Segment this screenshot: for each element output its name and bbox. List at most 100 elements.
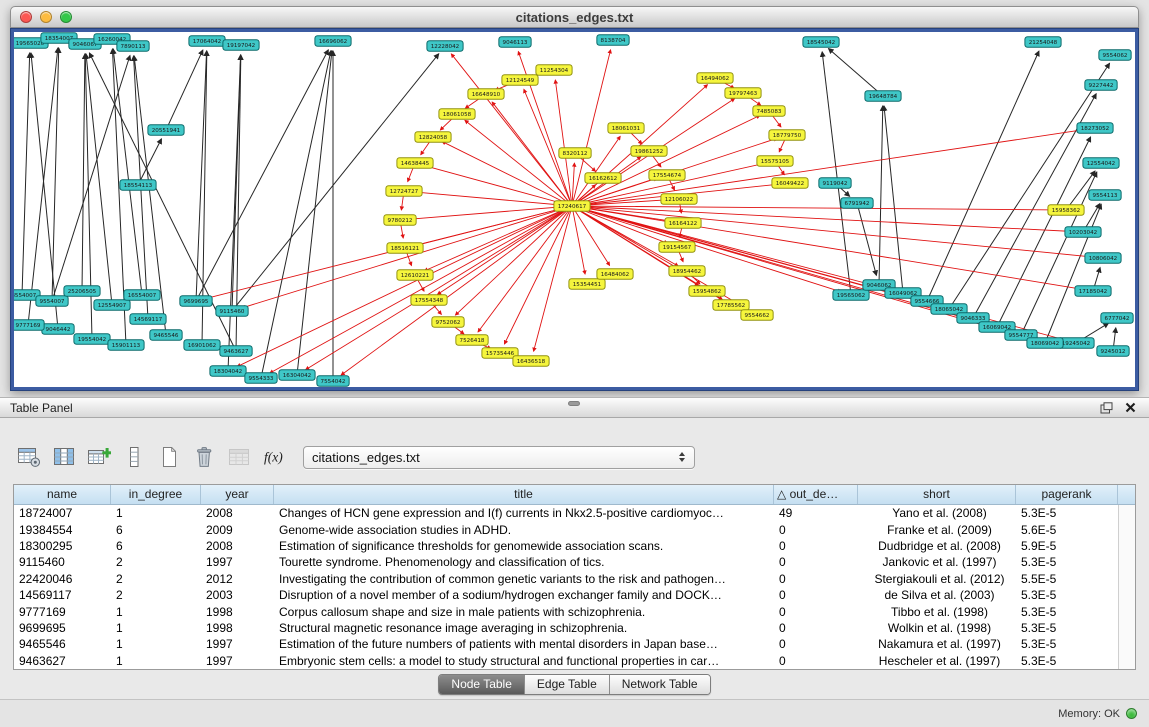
graph-node[interactable]: 17185042 [1075,286,1111,297]
table-row[interactable]: 946362711997Embryonic stem cells: a mode… [14,653,1118,669]
graph-node[interactable]: 15954862 [689,286,725,297]
column-header-year[interactable]: year [201,485,274,504]
graph-node[interactable]: 16484062 [597,269,633,280]
graph-node[interactable]: 9046113 [499,37,531,48]
graph-node[interactable]: 9465546 [150,330,182,341]
graph-node[interactable]: 18069042 [1027,338,1063,349]
graph-node[interactable]: 18545042 [803,37,839,48]
graph-node[interactable]: 9046442 [42,324,74,335]
graph-node[interactable]: 9554113 [1089,190,1121,201]
graph-node[interactable]: 16304042 [279,370,315,381]
graph-node[interactable]: 16648910 [468,89,504,100]
graph-node[interactable]: 19861252 [631,146,667,157]
graph-node[interactable]: 9777169 [14,320,44,331]
graph-node[interactable]: 16162612 [585,173,621,184]
graph-node[interactable]: 12228042 [427,41,463,52]
table-row[interactable]: 1456911722003Disruption of a novel membe… [14,587,1118,603]
graph-node[interactable]: 18554113 [120,180,156,191]
graph-node[interactable]: 16436518 [513,356,549,367]
graph-node[interactable]: 14638445 [397,158,433,169]
graph-node[interactable]: 17554348 [411,295,447,306]
graph-node[interactable]: 6777042 [1101,313,1133,324]
graph-node[interactable]: 18954462 [669,266,705,277]
table-select-combo[interactable]: citations_edges.txt [303,446,695,469]
table-row[interactable]: 911546021997Tourette syndrome. Phenomeno… [14,554,1118,570]
table-row[interactable]: 2242004622012Investigating the contribut… [14,571,1118,587]
graph-node[interactable]: 9752062 [432,317,464,328]
graph-node[interactable]: 9227442 [1085,80,1117,91]
graph-node[interactable]: 19554042 [74,334,110,345]
graph-node[interactable]: 9115460 [216,306,248,317]
graph-node[interactable]: 12824058 [415,132,451,143]
graph-node[interactable]: 17064042 [189,36,225,47]
table-row[interactable]: 1872400712008Changes of HCN gene express… [14,505,1118,521]
graph-node[interactable]: 9554062 [1099,50,1131,61]
graph-node[interactable]: 9699695 [180,296,212,307]
graph-node[interactable]: 18516121 [387,243,423,254]
column-header-out-de[interactable]: △ out_de… [774,485,858,504]
graph-node[interactable]: 12554907 [94,300,130,311]
network-window-titlebar[interactable]: citations_edges.txt [10,6,1139,28]
panel-drag-grip[interactable] [568,401,580,406]
graph-node[interactable]: 9119042 [819,178,851,189]
new-row-icon[interactable] [156,444,182,470]
zoom-button[interactable] [60,11,72,23]
graph-node[interactable]: 16494062 [697,73,733,84]
column-header-pagerank[interactable]: pagerank [1016,485,1118,504]
float-panel-icon[interactable] [1097,400,1115,416]
close-button[interactable] [20,11,32,23]
graph-node[interactable]: 25206505 [64,286,100,297]
tab-network-table[interactable]: Network Table [610,675,710,694]
graph-node[interactable]: 12124549 [502,75,538,86]
network-canvas[interactable]: 17240617 1125430412124549 16648910 18061058… [14,32,1135,387]
graph-node[interactable]: 12724727 [386,186,422,197]
graph-node[interactable]: 19197042 [223,40,259,51]
graph-node[interactable]: 19154567 [659,242,695,253]
graph-node[interactable]: 21254048 [1025,37,1061,48]
graph-node[interactable]: 9554662 [741,310,773,321]
graph-node[interactable]: 9463627 [220,346,252,357]
graph-node[interactable]: 17240617 [554,201,590,212]
graph-node[interactable]: 14569117 [130,314,166,325]
graph-node[interactable]: 11254304 [536,65,572,76]
graph-node[interactable]: 16696062 [315,36,351,47]
table-row[interactable]: 1938455462009Genome-wide association stu… [14,521,1118,537]
graph-node[interactable]: 19797463 [725,88,761,99]
graph-node[interactable]: 15901113 [108,340,144,351]
graph-node[interactable]: 17554674 [649,170,685,181]
table-row[interactable]: 977716911998Corpus callosum shape and si… [14,603,1118,619]
graph-node[interactable]: 9554333 [245,373,277,384]
graph-node[interactable]: 10203042 [1065,227,1101,238]
graph-node[interactable]: 16554007 [124,290,160,301]
graph-node[interactable]: 15575105 [757,156,793,167]
graph-node[interactable]: 12106022 [661,194,697,205]
graph-node[interactable]: 7554042 [317,376,349,387]
graph-node[interactable]: 6791942 [841,198,873,209]
table-row[interactable]: 946554611997Estimation of the future num… [14,636,1118,652]
import-table-icon[interactable] [226,444,252,470]
table-mode-icon[interactable] [16,444,42,470]
graph-node[interactable]: 16049422 [772,178,808,189]
table-row[interactable]: 1830029562008Estimation of significance … [14,538,1118,554]
graph-node[interactable]: 18304042 [210,366,246,377]
graph-node[interactable]: 18061058 [439,109,475,120]
graph-node[interactable]: 7890113 [117,41,149,52]
close-panel-icon[interactable] [1121,400,1139,416]
delete-table-icon[interactable] [191,444,217,470]
graph-node[interactable]: 18061031 [608,123,644,134]
graph-node[interactable]: 7526418 [456,335,488,346]
graph-node[interactable]: 7485083 [753,106,785,117]
graph-node[interactable]: 9245012 [1097,346,1129,357]
graph-node[interactable]: 12554042 [1083,158,1119,169]
graph-node[interactable]: 9780212 [384,215,416,226]
graph-node[interactable]: 8138704 [597,35,629,46]
minimize-button[interactable] [40,11,52,23]
function-builder-icon[interactable]: f(x) [261,444,287,470]
graph-node[interactable]: 19648784 [865,91,901,102]
graph-node[interactable]: 19565062 [833,290,869,301]
column-header-short[interactable]: short [858,485,1016,504]
graph-node[interactable]: 16901062 [184,340,220,351]
graph-node[interactable]: 16164122 [665,218,701,229]
tab-node-table[interactable]: Node Table [439,675,525,694]
graph-node[interactable]: 15354451 [569,279,605,290]
